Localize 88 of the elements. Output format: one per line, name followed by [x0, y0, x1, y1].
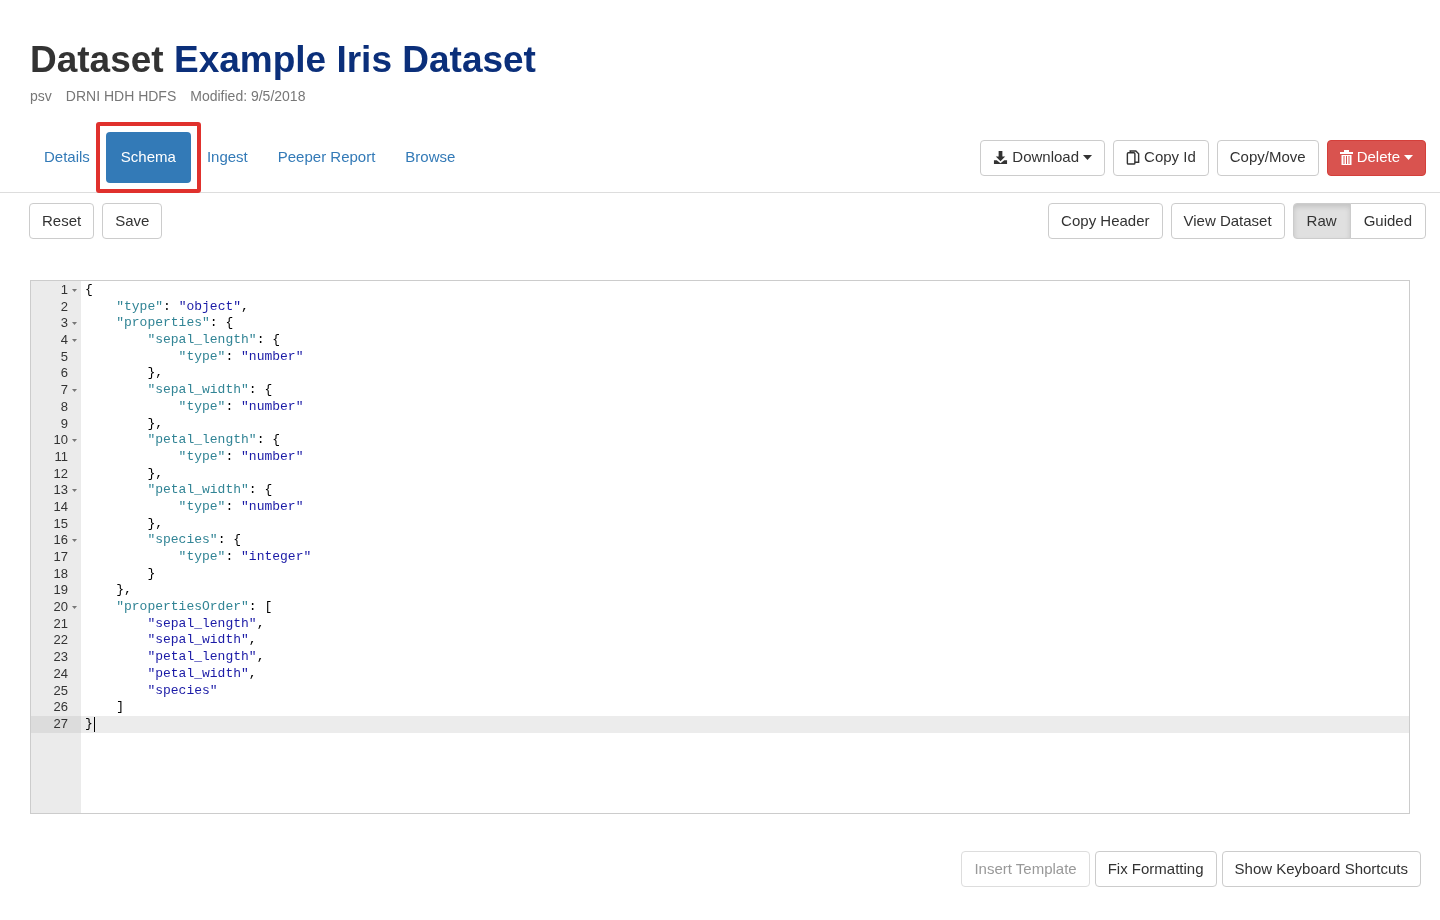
line-number: 16 — [53, 532, 68, 549]
line-number: 26 — [53, 699, 68, 716]
line-number: 15 — [53, 515, 68, 533]
fold-arrow-icon[interactable] — [72, 489, 77, 493]
button[interactable]: Fix Formatting — [1094, 851, 1217, 887]
line-number: 18 — [53, 565, 68, 583]
meta-text: DRNI HDH HDFS — [65, 87, 177, 106]
line-number: 19 — [53, 582, 68, 600]
fold-arrow-icon[interactable] — [72, 539, 77, 543]
tab[interactable]: Peeper Report — [263, 132, 390, 183]
trash-button[interactable]: Delete — [1326, 139, 1426, 176]
line-number: 12 — [53, 465, 68, 483]
line-number: 7 — [60, 382, 68, 399]
line-number: 25 — [53, 682, 68, 700]
fold-arrow-icon[interactable] — [72, 439, 77, 443]
code-line: "petal_width": { — [146, 482, 273, 499]
button[interactable]: View Dataset — [1170, 203, 1285, 239]
tab[interactable]: Details — [30, 132, 104, 183]
code-line: "species" — [146, 682, 218, 700]
code-line: }, — [146, 515, 163, 533]
line-number: 5 — [60, 348, 68, 366]
line-number: 21 — [53, 615, 68, 633]
code-line: ] — [115, 699, 124, 716]
download-icon — [993, 150, 1009, 165]
code-line: }, — [146, 415, 163, 433]
button[interactable]: Save — [102, 203, 163, 239]
button[interactable]: Copy Header — [1048, 203, 1163, 239]
code-line: "type": "integer" — [177, 549, 312, 566]
line-number: 24 — [53, 665, 68, 683]
dataset-name: Example Iris Dataset — [173, 39, 536, 80]
line-number: 17 — [53, 549, 68, 566]
code-line: "sepal_length": { — [146, 332, 281, 349]
download-button[interactable]: Download — [980, 139, 1106, 176]
line-number: 23 — [53, 649, 68, 666]
code-line: "type": "number" — [177, 498, 304, 516]
meta-text: Modified: 9/5/2018 — [190, 87, 306, 106]
line-number: 8 — [60, 398, 68, 416]
code-line: "species": { — [146, 532, 242, 549]
action-button[interactable]: Copy/Move — [1216, 139, 1319, 176]
page-title-prefix: Dataset — [30, 39, 164, 80]
code-line: "petal_length", — [146, 649, 265, 666]
line-number: 2 — [60, 298, 68, 316]
fold-arrow-icon[interactable] — [72, 388, 77, 392]
line-number: 4 — [60, 332, 68, 349]
code-line: }, — [146, 365, 163, 383]
line-number: 6 — [60, 365, 68, 383]
code-line: "petal_length": { — [146, 432, 281, 449]
code-line: "petal_width", — [146, 665, 257, 683]
toggle-button[interactable]: Guided — [1349, 203, 1426, 239]
text-cursor — [93, 716, 95, 732]
line-number: 20 — [53, 599, 68, 616]
code-line: "type": "number" — [177, 398, 304, 416]
tab[interactable]: Browse — [391, 132, 470, 183]
trash-icon — [1339, 150, 1353, 165]
code-line: } — [85, 715, 93, 733]
tab[interactable]: Schema — [105, 132, 191, 183]
code-line: "sepal_length", — [146, 615, 265, 633]
toggle-button[interactable]: Raw — [1292, 203, 1351, 239]
line-number: 13 — [53, 482, 68, 499]
line-number: 9 — [60, 415, 68, 433]
line-number: 3 — [60, 315, 68, 333]
copy-button[interactable]: Copy Id — [1113, 139, 1209, 176]
code-line: }, — [146, 465, 163, 483]
meta-text: psv — [30, 87, 52, 106]
line-number: 10 — [53, 432, 68, 449]
code-line: } — [146, 565, 156, 583]
code-line: "type": "number" — [177, 448, 304, 466]
line-number: 1 — [60, 282, 68, 299]
fold-arrow-icon[interactable] — [72, 288, 77, 292]
fold-arrow-icon[interactable] — [72, 338, 77, 342]
line-number: 11 — [54, 448, 68, 466]
code-line: }, — [115, 582, 132, 600]
button[interactable]: Reset — [29, 203, 95, 239]
line-number: 27 — [53, 715, 68, 733]
code-line: "properties": { — [115, 315, 234, 333]
line-number: 22 — [53, 632, 68, 650]
tab[interactable]: Ingest — [192, 132, 262, 183]
fold-arrow-icon[interactable] — [72, 322, 77, 326]
code-line: { — [85, 282, 93, 299]
code-line: "propertiesOrder": [ — [115, 599, 273, 616]
code-line: "sepal_width", — [146, 632, 257, 650]
code-line: "type": "number" — [177, 348, 304, 366]
code-line: "sepal_width": { — [146, 382, 273, 399]
copy-icon — [1126, 150, 1141, 165]
button[interactable]: Show Keyboard Shortcuts — [1221, 851, 1421, 887]
code-line: "type": "object", — [115, 298, 249, 316]
line-number: 14 — [53, 498, 68, 516]
fold-arrow-icon[interactable] — [72, 605, 77, 609]
